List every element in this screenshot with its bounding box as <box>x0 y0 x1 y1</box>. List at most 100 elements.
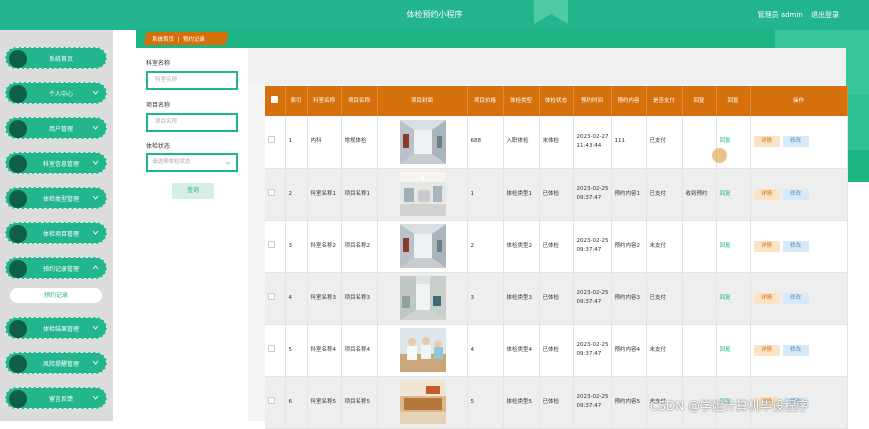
row-select-cell[interactable] <box>265 376 286 429</box>
sidebar-item[interactable]: 预约记录管理 <box>5 257 107 279</box>
nav-circle-icon <box>9 225 27 243</box>
sidebar-item[interactable]: 科室信息管理 <box>5 152 107 174</box>
table-row[interactable]: 2 科室名称1 项目名称1 1 体检类型1 已体检 2023-02-25 09:37:47 预… <box>265 168 848 221</box>
row-select-cell[interactable] <box>265 220 286 273</box>
app-title: 体检预约小程序 <box>406 10 463 19</box>
search-button[interactable]: 查询 <box>172 183 214 199</box>
row-checkbox[interactable] <box>268 344 275 352</box>
sidebar-item-label: 体检类型管理 <box>42 195 79 203</box>
col-header: 预约时间 <box>573 86 612 116</box>
detail-button[interactable]: 详情 <box>753 344 780 356</box>
row-checkbox[interactable] <box>268 396 275 404</box>
sidebar-item[interactable]: 体检类型管理 <box>5 187 107 209</box>
reply-link[interactable]: 回复 <box>720 191 731 197</box>
col-header: 索引 <box>285 86 308 116</box>
cell-cover <box>377 272 468 325</box>
sidebar-item[interactable]: 用户管理 <box>5 117 107 139</box>
detail-button[interactable]: 详情 <box>753 136 780 148</box>
status-select[interactable]: 请选择体检状态 <box>146 153 238 172</box>
col-header: 体检类型 <box>503 86 540 116</box>
reply-link[interactable]: 回复 <box>720 243 731 249</box>
dept-input[interactable]: 科室名称 <box>146 71 238 90</box>
cell-type: 体检类型2 <box>503 220 540 273</box>
edit-button[interactable]: 修改 <box>782 240 809 252</box>
row-checkbox[interactable] <box>268 240 275 248</box>
reply-link[interactable]: 回复 <box>720 138 731 144</box>
cell-time: 2023-02-27 11:43:44 <box>573 116 612 169</box>
cell-type: 体检类型4 <box>503 324 540 377</box>
cell-time: 2023-02-25 09:37:47 <box>573 324 612 377</box>
status-label: 体检状态 <box>146 143 171 150</box>
nav-circle-icon <box>9 260 27 278</box>
cell-actions: 详情 修改 <box>750 116 848 169</box>
logout-link[interactable]: 退出登录 <box>811 11 839 19</box>
sidebar-item[interactable]: 留言反馈 <box>5 387 107 409</box>
row-select-cell[interactable] <box>265 324 286 377</box>
cell-reply-text <box>682 220 717 273</box>
cell-reply-link: 回复 <box>716 168 751 221</box>
table-header-row: 索引 科室名称 项目名称 项目封面 项目价格 体检类型 体检状态 预约时间 预约… <box>265 86 848 116</box>
cell-time: 2023-02-25 09:37:47 <box>573 168 612 221</box>
breadcrumb-home[interactable]: 系统首页 <box>152 37 174 43</box>
detail-button[interactable]: 详情 <box>753 292 780 304</box>
table-row[interactable]: 1 内科 常规体检 688 入职体检 未体检 2023-02-27 11:43:44 111 已… <box>265 116 848 169</box>
cell-index: 2 <box>285 168 308 221</box>
cell-status: 已体检 <box>539 168 574 221</box>
table-row[interactable]: 5 科室名称4 项目名称4 4 体检类型4 已体检 2023-02-25 09:37:47 预… <box>265 324 848 377</box>
row-checkbox[interactable] <box>268 188 275 196</box>
col-header: 回复 <box>716 86 751 116</box>
chevron-down-icon <box>92 230 99 235</box>
sidebar-item[interactable]: 个人中心 <box>5 82 107 104</box>
cell-time: 2023-02-25 09:37:47 <box>573 272 612 325</box>
edit-button[interactable]: 修改 <box>782 136 809 148</box>
cell-price: 5 <box>467 376 504 429</box>
cell-index: 3 <box>285 220 308 273</box>
table-row[interactable]: 3 科室名称2 项目名称2 2 体检类型2 已体检 2023-02-25 09:37:47 预… <box>265 220 848 273</box>
row-select-cell[interactable] <box>265 272 286 325</box>
sidebar-item[interactable]: 体检结果管理 <box>5 317 107 339</box>
reply-link[interactable]: 回复 <box>720 347 731 353</box>
select-all-checkbox[interactable] <box>271 96 279 103</box>
project-cover-image <box>399 172 446 216</box>
sidebar-item[interactable]: 系统首页 <box>5 47 107 69</box>
detail-button[interactable]: 详情 <box>753 240 780 252</box>
row-checkbox[interactable] <box>268 292 275 300</box>
cell-paid: 未支付 <box>646 220 683 273</box>
chevron-down-icon <box>92 90 99 95</box>
edit-button[interactable]: 修改 <box>782 188 809 200</box>
cell-price: 688 <box>467 116 504 169</box>
chevron-down-icon <box>225 161 231 165</box>
dept-label: 科室名称 <box>146 60 171 67</box>
reply-link[interactable]: 回复 <box>720 295 731 301</box>
table-row[interactable]: 4 科室名称3 项目名称3 3 体检类型3 已体检 2023-02-25 09:37:47 预… <box>265 272 848 325</box>
sidebar-item-label: 个人中心 <box>48 90 73 98</box>
row-select-cell[interactable] <box>265 168 286 221</box>
edit-button[interactable]: 修改 <box>782 292 809 304</box>
cell-type: 体检类型3 <box>503 272 540 325</box>
cell-reply-text: 收到预约 <box>682 168 717 221</box>
sidebar-item-label: 体检项目管理 <box>42 230 79 238</box>
cell-status: 已体检 <box>539 376 574 429</box>
row-select-cell[interactable] <box>265 116 286 169</box>
sidebar-item[interactable]: 体检项目管理 <box>5 222 107 244</box>
project-cover-image <box>399 380 446 424</box>
banner-decoration <box>846 150 869 182</box>
sidebar-item[interactable]: 风险提醒管理 <box>5 352 107 374</box>
project-cover-image <box>399 328 446 372</box>
edit-button[interactable]: 修改 <box>782 344 809 356</box>
cell-cover <box>377 376 468 429</box>
cell-index: 1 <box>285 116 308 169</box>
cell-status: 未体检 <box>539 116 574 169</box>
sidebar-subitem-booking-records[interactable]: 预约记录 <box>10 288 102 303</box>
cell-paid: 已支付 <box>646 272 683 325</box>
chevron-down-icon <box>92 125 99 130</box>
select-all-header[interactable] <box>265 86 286 116</box>
cell-price: 3 <box>467 272 504 325</box>
item-input[interactable]: 项目名称 <box>146 113 238 132</box>
status-select-value: 请选择体检状态 <box>152 159 191 165</box>
row-checkbox[interactable] <box>268 136 275 144</box>
sidebar-item-label: 系统首页 <box>48 55 73 63</box>
user-role: 管理员 admin <box>757 11 803 19</box>
cell-dept: 科室名称1 <box>307 168 342 221</box>
detail-button[interactable]: 详情 <box>753 188 780 200</box>
